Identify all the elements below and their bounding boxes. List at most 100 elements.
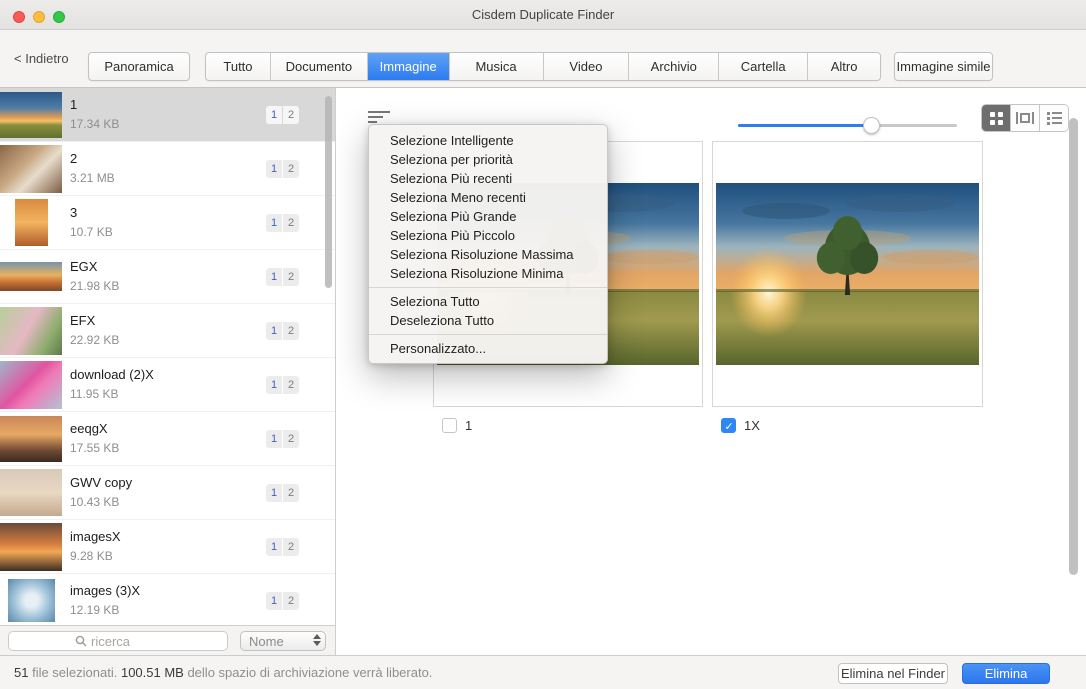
delete-button[interactable]: Elimina (962, 663, 1050, 684)
selection-menu-icon[interactable] (368, 111, 390, 124)
search-icon (75, 635, 87, 647)
file-size: 12.19 KB (70, 602, 266, 619)
list-item[interactable]: EGX 21.98 KB 1 2 (0, 250, 335, 304)
duplicate-count-badge: 1 2 (266, 484, 299, 502)
tab-documento[interactable]: Documento (271, 53, 368, 80)
grid-view-button[interactable] (982, 105, 1011, 131)
delete-in-finder-button[interactable]: Elimina nel Finder (838, 663, 948, 684)
menu-item[interactable]: Seleziona Risoluzione Minima (369, 264, 607, 283)
file-name: EGX (70, 258, 266, 275)
checkbox-unchecked[interactable] (442, 418, 457, 433)
window-title: Cisdem Duplicate Finder (0, 7, 1086, 22)
menu-separator (369, 334, 607, 335)
duplicate-count-badge: 1 2 (266, 538, 299, 556)
file-name: 1 (70, 96, 266, 113)
file-size: 17.55 KB (70, 440, 266, 457)
menu-item[interactable]: Seleziona Più recenti (369, 169, 607, 188)
list-item[interactable]: imagesX 9.28 KB 1 2 (0, 520, 335, 574)
thumbnail (0, 304, 62, 358)
tab-altro[interactable]: Altro (808, 53, 880, 80)
duplicate-count-badge: 1 2 (266, 592, 299, 610)
slider-fill (738, 124, 871, 127)
checkbox-label: 1X (744, 418, 760, 433)
duplicate-preview-card[interactable] (712, 141, 983, 407)
tab-tutto[interactable]: Tutto (206, 53, 271, 80)
list-item[interactable]: GWV copy 10.43 KB 1 2 (0, 466, 335, 520)
list-item[interactable]: 2 3.21 MB 1 2 (0, 142, 335, 196)
space-value: 100.51 MB (121, 665, 184, 680)
status-text: 51 file selezionati. 100.51 MB dello spa… (14, 665, 432, 680)
list-item[interactable]: images (3)X 12.19 KB 1 2 (0, 574, 335, 625)
toolbar: < Indietro Panoramica Tutto Documento Im… (0, 30, 1086, 88)
file-name: download (2)X (70, 366, 266, 383)
duplicate-list: 1 17.34 KB 1 2 2 3.21 MB 1 2 3 10.7 (0, 88, 336, 625)
overview-button[interactable]: Panoramica (88, 52, 190, 81)
menu-item[interactable]: Personalizzato... (369, 339, 607, 358)
menu-item[interactable]: Seleziona Risoluzione Massima (369, 245, 607, 264)
tab-video[interactable]: Video (544, 53, 630, 80)
slider-thumb[interactable] (863, 117, 880, 134)
list-item[interactable]: download (2)X 11.95 KB 1 2 (0, 358, 335, 412)
selection-menu: Selezione Intelligente Seleziona per pri… (368, 124, 608, 364)
tab-musica[interactable]: Musica (450, 53, 544, 80)
duplicate-count-badge: 1 2 (266, 160, 299, 178)
stepper-arrows-icon (313, 634, 321, 646)
file-size: 21.98 KB (70, 278, 266, 295)
file-name: 3 (70, 204, 266, 221)
sidebar-scrollbar[interactable] (325, 96, 332, 288)
file-name: 2 (70, 150, 266, 167)
duplicate-checkbox-row: 1X (721, 418, 760, 433)
search-row: Nome (0, 625, 336, 655)
zoom-slider[interactable] (738, 116, 957, 134)
menu-item[interactable]: Deseleziona Tutto (369, 311, 607, 330)
duplicate-checkbox-row: 1 (442, 418, 472, 433)
grid-view-icon (990, 112, 1003, 125)
status-bar: 51 file selezionati. 100.51 MB dello spa… (0, 655, 1086, 689)
thumbnail (0, 358, 62, 412)
main-scrollbar[interactable] (1069, 118, 1078, 575)
checkbox-checked[interactable] (721, 418, 736, 433)
file-size: 17.34 KB (70, 116, 266, 133)
list-item[interactable]: 1 17.34 KB 1 2 (0, 88, 335, 142)
menu-item[interactable]: Selezione Intelligente (369, 131, 607, 150)
file-name: GWV copy (70, 474, 266, 491)
view-mode-toggle (981, 104, 1069, 132)
duplicate-count-badge: 1 2 (266, 322, 299, 340)
menu-item[interactable]: Seleziona Meno recenti (369, 188, 607, 207)
sort-dropdown[interactable]: Nome (240, 631, 326, 651)
menu-item[interactable]: Seleziona Tutto (369, 292, 607, 311)
coverflow-view-button[interactable] (1011, 105, 1040, 131)
category-tabs: Tutto Documento Immagine Musica Video Ar… (205, 52, 881, 81)
back-button[interactable]: < Indietro (14, 51, 69, 66)
file-name: EFX (70, 312, 266, 329)
duplicate-count-badge: 1 2 (266, 106, 299, 124)
file-size: 10.7 KB (70, 224, 266, 241)
search-field[interactable] (8, 631, 228, 651)
coverflow-view-icon (1016, 112, 1034, 124)
file-size: 11.95 KB (70, 386, 266, 403)
duplicate-count-badge: 1 2 (266, 214, 299, 232)
menu-item[interactable]: Seleziona Più Piccolo (369, 226, 607, 245)
list-item[interactable]: EFX 22.92 KB 1 2 (0, 304, 335, 358)
file-size: 9.28 KB (70, 548, 266, 565)
duplicate-count-badge: 1 2 (266, 430, 299, 448)
selected-count: 51 (14, 665, 28, 680)
search-input[interactable] (91, 634, 161, 649)
thumbnail (0, 520, 62, 574)
menu-item[interactable]: Seleziona Più Grande (369, 207, 607, 226)
list-item[interactable]: 3 10.7 KB 1 2 (0, 196, 335, 250)
tab-archivio[interactable]: Archivio (629, 53, 719, 80)
tab-cartella[interactable]: Cartella (719, 53, 808, 80)
list-item[interactable]: eeqgX 17.55 KB 1 2 (0, 412, 335, 466)
file-size: 10.43 KB (70, 494, 266, 511)
tab-immagine[interactable]: Immagine (368, 53, 450, 80)
thumbnail (0, 466, 62, 520)
duplicate-count-badge: 1 2 (266, 376, 299, 394)
title-bar: Cisdem Duplicate Finder (0, 0, 1086, 30)
menu-item[interactable]: Seleziona per priorità (369, 150, 607, 169)
thumbnail (0, 88, 62, 142)
similar-image-button[interactable]: Immagine simile (894, 52, 993, 81)
list-view-button[interactable] (1040, 105, 1068, 131)
thumbnail (0, 574, 62, 626)
app-window: Cisdem Duplicate Finder < Indietro Panor… (0, 0, 1086, 689)
